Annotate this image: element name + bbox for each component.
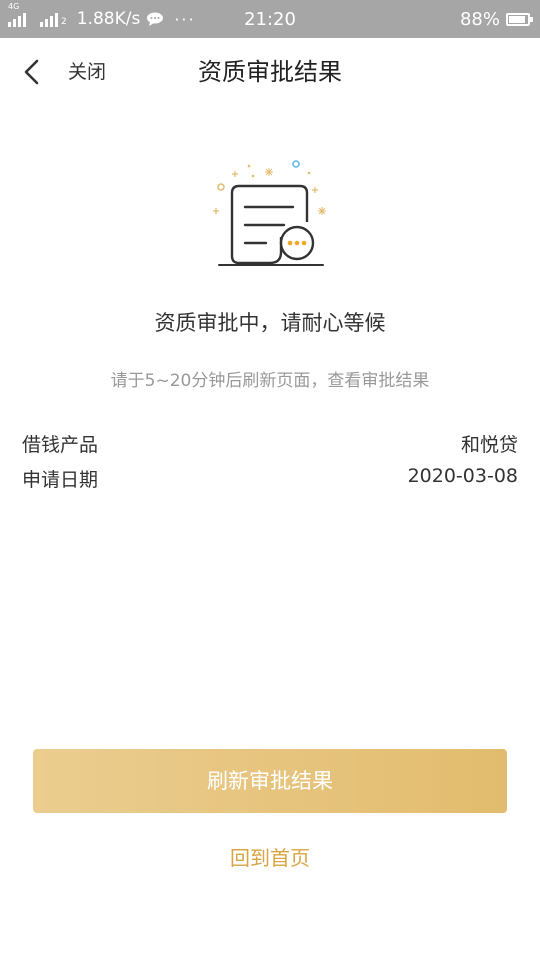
sparkle-ring	[292, 160, 300, 168]
status-bar: 4G 2 1.88K/s ··· 21:20 88%	[0, 0, 540, 38]
sparkle-ring	[217, 183, 225, 191]
document-pending-icon	[213, 160, 326, 266]
back-to-home-link[interactable]: 回到首页	[0, 842, 540, 871]
approval-status-title: 资质审批中，请耐心等候	[154, 311, 386, 335]
pending-dot	[294, 240, 300, 246]
info-row-product: 借钱产品 和悦贷	[22, 430, 518, 460]
info-value: 和悦贷	[460, 434, 518, 456]
sparkle-dot	[247, 164, 251, 168]
page-title: 资质审批结果	[198, 58, 342, 86]
battery-icon	[506, 12, 533, 26]
sparkle-cross	[213, 208, 219, 214]
sparkle-dot	[307, 171, 311, 175]
sparkle-cross	[312, 187, 318, 193]
pending-dot	[287, 240, 293, 246]
approval-status-hint: 请于5~20分钟后刷新页面，查看审批结果	[110, 371, 430, 391]
sparkle-burst	[318, 207, 326, 215]
sparkle-burst	[265, 168, 273, 176]
sparkle-dot	[251, 174, 255, 178]
refresh-result-button[interactable]: 刷新审批结果	[33, 749, 507, 813]
battery-fill	[509, 15, 525, 23]
status-right: 88%	[459, 0, 533, 38]
info-label: 借钱产品	[22, 434, 99, 456]
pending-dot	[301, 240, 307, 246]
battery-percent: 88%	[459, 8, 500, 30]
nav-bar: 关闭 资质审批结果	[0, 38, 540, 106]
info-row-date: 申请日期 2020-03-08	[22, 465, 518, 495]
info-value: 2020-03-08	[407, 465, 518, 487]
info-label: 申请日期	[22, 469, 99, 491]
sparkle-cross	[232, 171, 238, 177]
